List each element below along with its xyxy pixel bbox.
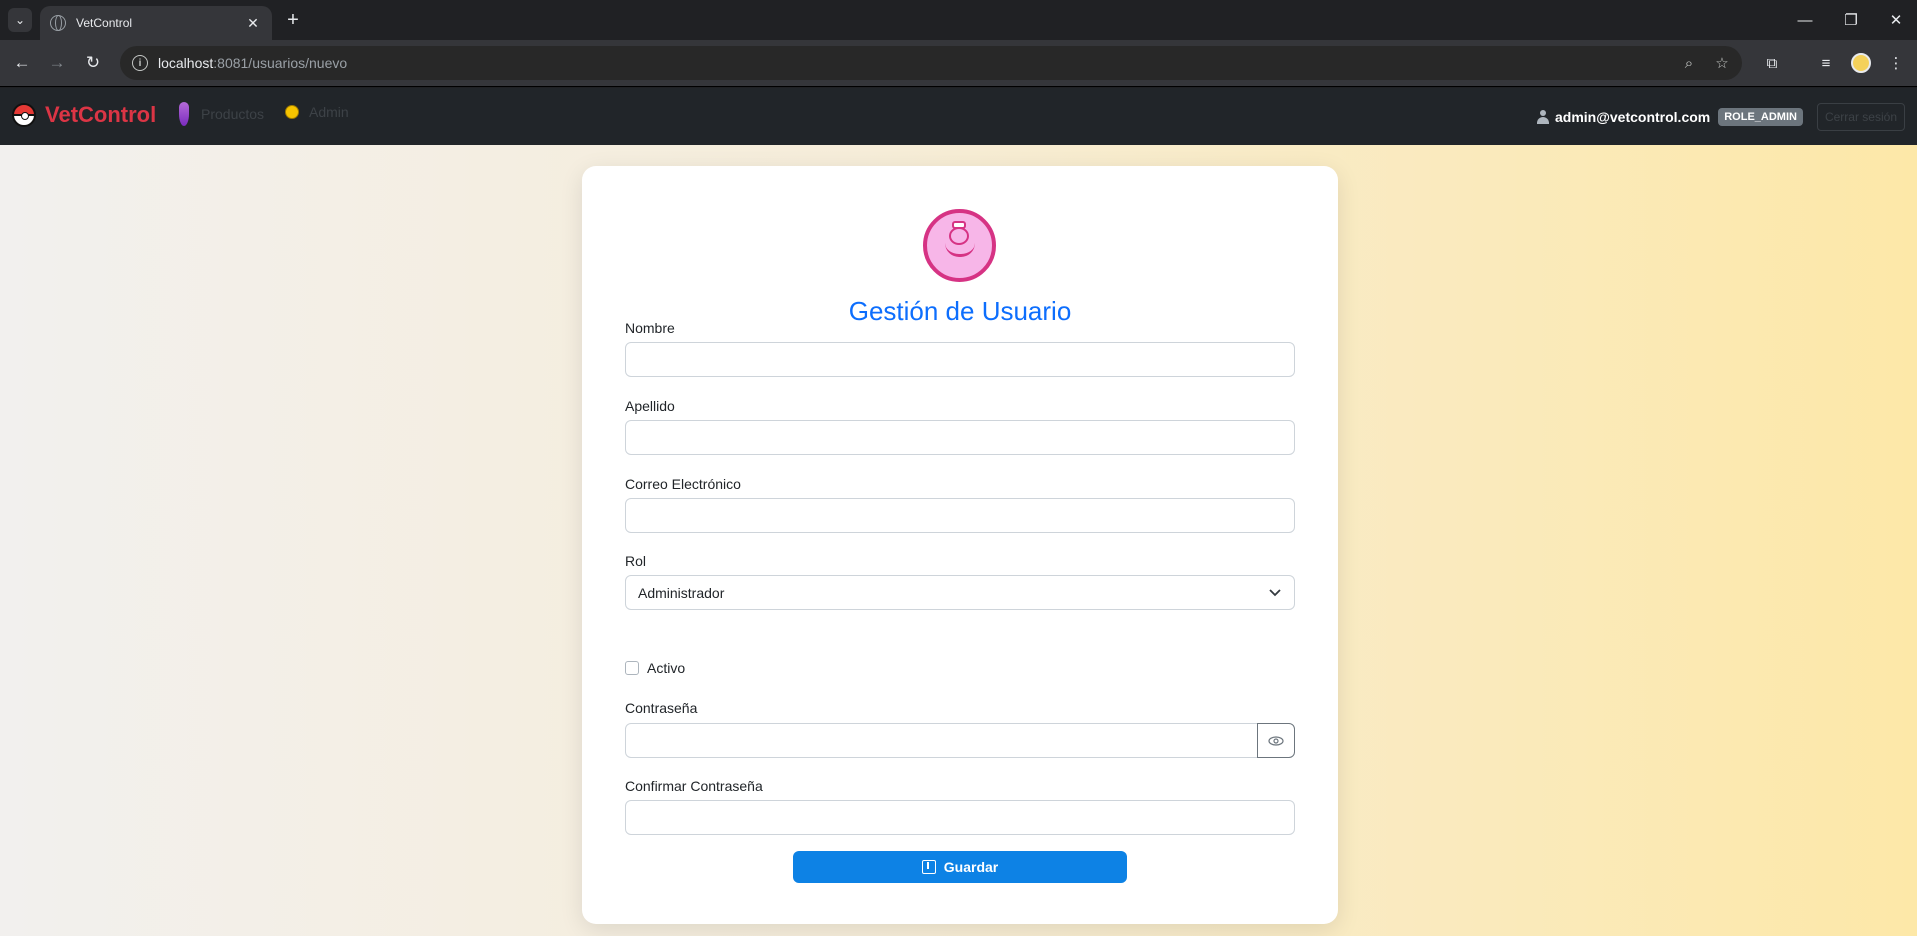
nombre-input[interactable] [625, 342, 1295, 377]
app-navbar: VetControl Productos Admin admin@vetcont… [0, 88, 1917, 145]
eye-icon [1268, 735, 1284, 746]
url-path: :8081/usuarios/nuevo [213, 55, 348, 71]
rol-selected-value: Administrador [638, 584, 725, 601]
new-tab-button[interactable]: + [282, 9, 304, 31]
address-bar[interactable]: i localhost:8081/usuarios/nuevo ⌕ ☆ [120, 46, 1742, 80]
role-badge: ROLE_ADMIN [1718, 108, 1803, 126]
browser-tabstrip: ⌄ VetControl ✕ + — ❐ ✕ [0, 0, 1917, 40]
media-queue-icon[interactable]: ≡ [1815, 52, 1837, 74]
confirm-password-input[interactable] [625, 800, 1295, 835]
save-button[interactable]: Guardar [793, 851, 1127, 883]
bookmark-star-icon[interactable]: ☆ [1713, 54, 1731, 72]
browser-toolbar: ← → ↻ i localhost:8081/usuarios/nuevo ⌕ … [0, 40, 1917, 87]
face-icon [285, 105, 299, 119]
user-area: admin@vetcontrol.com ROLE_ADMIN Cerrar s… [1537, 103, 1905, 131]
page-title: Gestión de Usuario [848, 296, 1072, 326]
profile-avatar[interactable] [1851, 53, 1871, 73]
correo-label: Correo Electrónico [625, 476, 741, 492]
activo-label: Activo [647, 660, 686, 676]
browser-tab[interactable]: VetControl ✕ [40, 6, 272, 40]
browser-menu-icon[interactable]: ⋮ [1885, 52, 1907, 74]
rol-select[interactable]: Administrador [625, 575, 1295, 610]
nav-link-admin[interactable]: Admin [285, 104, 349, 120]
reload-icon[interactable]: ↻ [81, 51, 105, 75]
user-icon [1537, 110, 1549, 124]
tab-close-icon[interactable]: ✕ [244, 15, 262, 32]
toggle-password-button[interactable] [1257, 723, 1295, 758]
tab-search-chevron-icon[interactable]: ⌄ [8, 8, 32, 32]
window-close-icon[interactable]: ✕ [1881, 8, 1911, 32]
nav-link-label: Admin [309, 104, 349, 120]
user-email: admin@vetcontrol.com [1555, 109, 1711, 125]
apellido-label: Apellido [625, 398, 675, 414]
apellido-input[interactable] [625, 420, 1295, 455]
activo-checkbox[interactable] [625, 661, 639, 675]
brand-link[interactable]: VetControl [12, 102, 156, 128]
nombre-label: Nombre [625, 320, 675, 336]
activo-row: Activo [625, 660, 685, 676]
brand-name: VetControl [45, 102, 157, 127]
rol-label: Rol [625, 553, 647, 569]
zoom-icon[interactable]: ⌕ [1680, 54, 1698, 72]
minimize-icon[interactable]: — [1790, 8, 1820, 32]
back-icon[interactable]: ← [10, 51, 34, 75]
save-label: Guardar [943, 859, 999, 875]
chevron-down-icon [1268, 586, 1282, 600]
save-icon [921, 860, 936, 874]
forward-icon[interactable]: → [45, 51, 69, 75]
globe-icon [50, 15, 66, 31]
url-host: localhost [158, 55, 214, 71]
restore-icon[interactable]: ❐ [1836, 8, 1866, 32]
extensions-icon[interactable]: ⧉ [1761, 52, 1783, 74]
tab-title: VetControl [76, 16, 133, 30]
nurse-avatar-icon [923, 209, 996, 282]
confirm-password-label: Confirmar Contraseña [625, 778, 763, 794]
potion-icon [179, 102, 189, 126]
email-input[interactable] [625, 498, 1295, 533]
user-form-card: Gestión de Usuario Nombre Apellido Corre… [582, 166, 1338, 924]
logout-button[interactable]: Cerrar sesión [1816, 103, 1905, 131]
page-background: Gestión de Usuario Nombre Apellido Corre… [0, 145, 1917, 936]
password-label: Contraseña [625, 700, 698, 716]
site-info-icon[interactable]: i [132, 55, 148, 71]
password-input[interactable] [625, 723, 1258, 758]
nav-link-label: Productos [201, 106, 265, 122]
nav-link-productos[interactable]: Productos [179, 102, 264, 126]
pokeball-icon [12, 103, 36, 127]
